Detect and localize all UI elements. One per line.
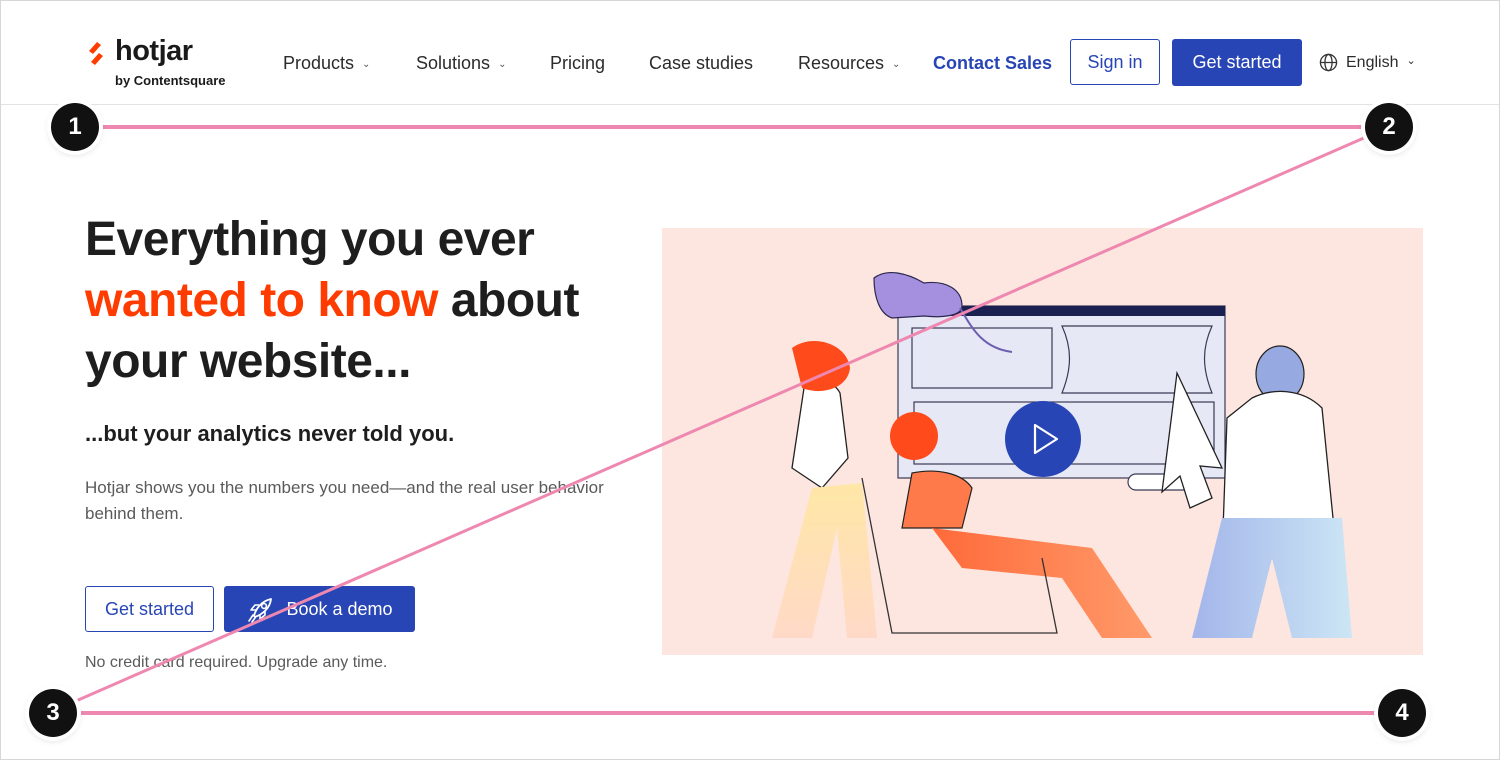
hotjar-logo-icon [89, 42, 103, 65]
illustration-artwork [772, 271, 1352, 638]
book-demo-label: Book a demo [286, 598, 393, 619]
nav-case-studies[interactable]: Case studies [649, 53, 753, 74]
annotation-marker-4: 4 [1378, 689, 1426, 737]
nav-pricing[interactable]: Pricing [550, 53, 605, 74]
chevron-down-icon: ⌄ [362, 59, 371, 70]
no-credit-card-note: No credit card required. Upgrade any tim… [85, 654, 388, 671]
language-label: English [1346, 53, 1399, 71]
logo-wordmark: hotjar [115, 35, 193, 67]
nav-resources-label: Resources [798, 53, 885, 73]
language-selector[interactable]: English ⌄ [1319, 53, 1416, 72]
hero-illustration[interactable] [662, 228, 1423, 655]
nav-solutions[interactable]: Solutions ⌄ [416, 53, 506, 74]
hero-title-accent: wanted to know [85, 274, 439, 327]
annotation-marker-2: 2 [1365, 103, 1413, 151]
header-get-started-button[interactable]: Get started [1172, 39, 1302, 86]
chevron-down-icon: ⌄ [498, 59, 507, 70]
chevron-down-icon: ⌄ [1406, 55, 1416, 67]
annotation-marker-3: 3 [29, 689, 77, 737]
nav-products-label: Products [283, 53, 355, 73]
chevron-down-icon: ⌄ [892, 59, 901, 70]
play-icon [1005, 401, 1081, 477]
logo-subtitle: by Contentsquare [115, 73, 226, 88]
nav-case-studies-label: Case studies [649, 53, 754, 73]
top-navigation: hotjar by Contentsquare Products ⌄ Soluti… [1, 1, 1499, 105]
sign-in-button[interactable]: Sign in [1070, 39, 1160, 85]
nav-products[interactable]: Products ⌄ [283, 53, 370, 74]
hero-title-line3: your website... [85, 335, 411, 388]
hero-title: Everything you ever wanted to know about… [85, 209, 645, 392]
annotation-marker-1: 1 [51, 103, 99, 151]
nav-solutions-label: Solutions [416, 53, 491, 73]
hero-title-line1: Everything you ever [85, 213, 535, 266]
contact-sales-link[interactable]: Contact Sales [933, 53, 1052, 74]
page: hotjar by Contentsquare Products ⌄ Soluti… [0, 0, 1500, 760]
hero-get-started-button[interactable]: Get started [85, 586, 214, 632]
hero-subtitle: ...but your analytics never told you. [85, 421, 455, 446]
nav-resources[interactable]: Resources ⌄ [798, 53, 900, 74]
rocket-icon [248, 598, 273, 623]
hero-description: Hotjar shows you the numbers you need—an… [85, 478, 604, 523]
globe-icon [1319, 53, 1338, 72]
nav-pricing-label: Pricing [550, 53, 606, 73]
hotjar-logo[interactable]: hotjar by Contentsquare [85, 35, 245, 95]
hero-title-line2-rest: about [438, 274, 580, 327]
book-demo-button[interactable]: Book a demo [224, 586, 415, 632]
